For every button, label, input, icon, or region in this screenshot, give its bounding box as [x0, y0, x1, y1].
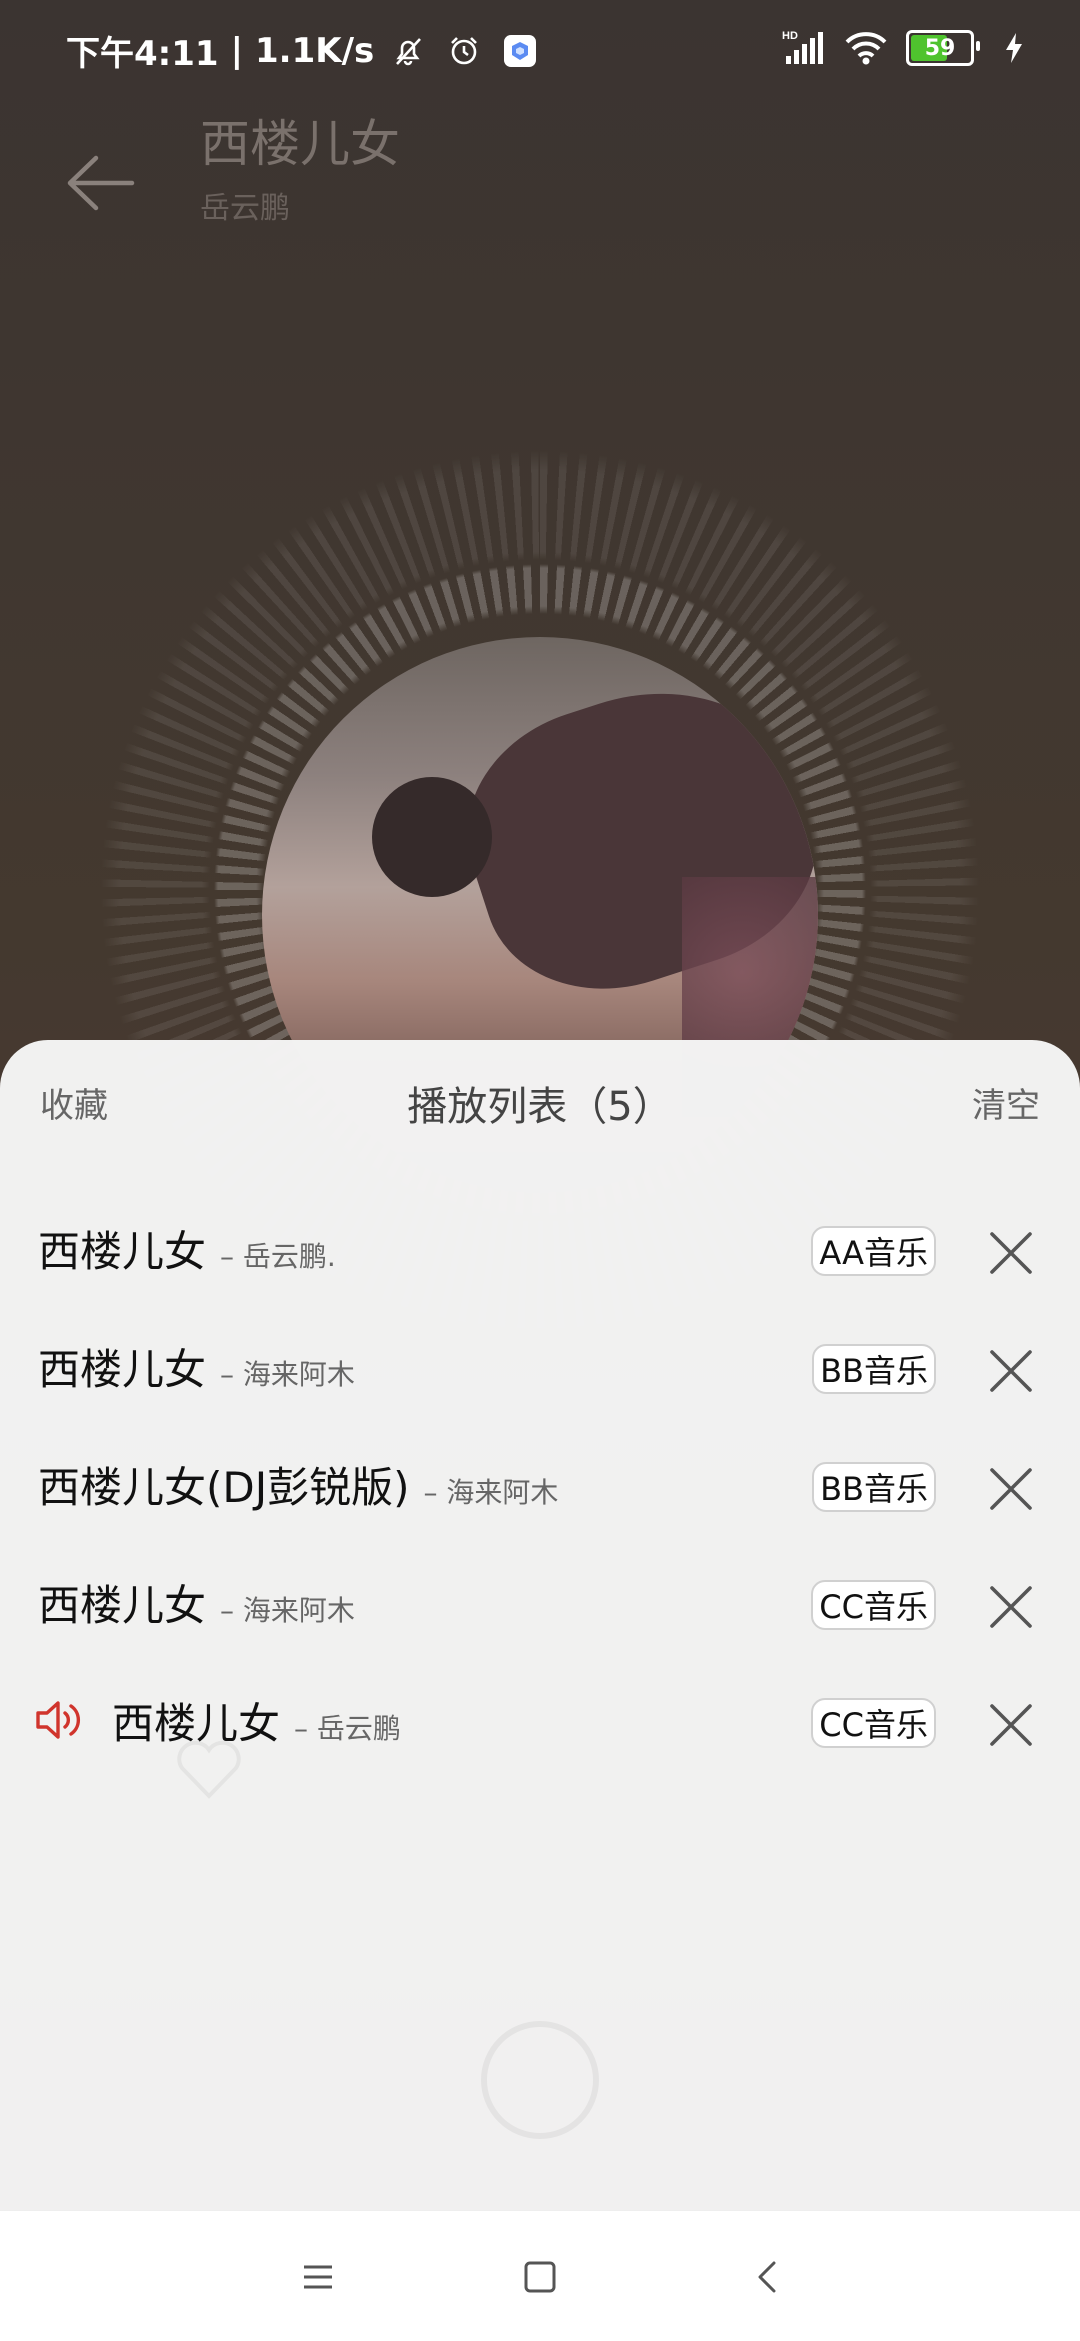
playlist-item-artist: – 岳云鹏: [294, 1712, 401, 1745]
close-icon: [990, 1704, 1032, 1746]
arrow-left-icon: [67, 155, 135, 211]
playlist-item[interactable]: 西楼儿女 – 海来阿木 CC音乐: [0, 1538, 1080, 1656]
source-tag: CC音乐: [811, 1698, 936, 1748]
playlist-item-artist: – 海来阿木: [220, 1358, 355, 1391]
system-nav-bar: [0, 2210, 1080, 2341]
remove-item-button[interactable]: [980, 1340, 1042, 1402]
playlist-item-text: 西楼儿女 – 岳云鹏: [112, 1690, 401, 1751]
source-tag: BB音乐: [812, 1344, 936, 1394]
signal-hd-icon: HD: [782, 26, 826, 70]
playlist-title: 播放列表（5）: [407, 1084, 673, 1130]
home-square-icon: [524, 2261, 556, 2293]
playlist-item-text: 西楼儿女 – 岳云鹏.: [38, 1218, 336, 1279]
playlist-item-title: 西楼儿女: [38, 1227, 207, 1276]
bell-muted-icon: [386, 29, 430, 73]
nav-back-button[interactable]: [740, 2249, 796, 2305]
player-controls-faded: [481, 2021, 599, 2139]
playlist-item-playing[interactable]: 西楼儿女 – 岳云鹏 CC音乐: [0, 1656, 1080, 1774]
speaker-playing-icon: [36, 1701, 81, 1739]
album-figure-head: [372, 777, 492, 897]
status-left: 下午4:11 | 1.1K/s: [66, 26, 542, 75]
playlist-item-title: 西楼儿女: [38, 1345, 207, 1394]
clear-playlist-button[interactable]: 清空: [972, 1078, 1040, 1127]
status-time: 下午4:11: [66, 34, 219, 74]
playlist-header: 收藏 播放列表（5） 清空: [0, 1040, 1080, 1160]
close-icon: [990, 1468, 1032, 1510]
remove-item-button[interactable]: [980, 1576, 1042, 1638]
battery-level: 59: [924, 35, 956, 61]
playlist-item-title: 西楼儿女(DJ彭锐版): [38, 1463, 410, 1512]
close-icon: [990, 1586, 1032, 1628]
song-artist: 岳云鹏: [200, 191, 290, 226]
nav-home-button[interactable]: [512, 2249, 568, 2305]
song-title: 西楼儿女: [200, 115, 400, 173]
playlist-item-artist: – 海来阿木: [423, 1476, 559, 1509]
back-button[interactable]: [60, 150, 140, 216]
wifi-icon: [844, 26, 888, 70]
playlist-item-text: 西楼儿女 – 海来阿木: [38, 1336, 355, 1397]
source-tag: AA音乐: [811, 1226, 936, 1276]
nav-menu-button[interactable]: [290, 2249, 346, 2305]
status-speed: 1.1K/s: [255, 30, 375, 71]
close-icon: [990, 1350, 1032, 1392]
menu-icon: [304, 2265, 332, 2289]
remove-item-button[interactable]: [980, 1694, 1042, 1756]
playlist-item-artist: – 岳云鹏.: [220, 1240, 336, 1273]
status-bar: 下午4:11 | 1.1K/s HD 59: [0, 0, 1080, 100]
playlist-sheet: 收藏 播放列表（5） 清空 西楼儿女 – 岳云鹏. AA音乐 西楼儿女 – 海来…: [0, 1040, 1080, 2340]
source-tag: CC音乐: [811, 1580, 936, 1630]
close-icon: [990, 1232, 1032, 1274]
status-right: HD 59: [782, 26, 1036, 70]
app-notification-icon: [498, 29, 542, 73]
playlist-item-title: 西楼儿女: [112, 1699, 281, 1748]
source-tag: BB音乐: [812, 1462, 936, 1512]
playlist-item[interactable]: 西楼儿女 – 岳云鹏. AA音乐: [0, 1184, 1080, 1302]
playlist-item[interactable]: 西楼儿女(DJ彭锐版) – 海来阿木 BB音乐: [0, 1420, 1080, 1538]
playlist-item-text: 西楼儿女(DJ彭锐版) – 海来阿木: [38, 1454, 558, 1515]
playlist-item-title: 西楼儿女: [38, 1581, 207, 1630]
charging-icon: [992, 26, 1036, 70]
playlist-item[interactable]: 西楼儿女 – 海来阿木 BB音乐: [0, 1302, 1080, 1420]
remove-item-button[interactable]: [980, 1222, 1042, 1284]
battery-indicator: 59: [906, 30, 980, 66]
status-separator: |: [230, 30, 243, 71]
playlist-item-text: 西楼儿女 – 海来阿木: [38, 1572, 355, 1633]
playlist-item-artist: – 海来阿木: [220, 1594, 355, 1627]
alarm-clock-icon: [442, 29, 486, 73]
svg-text:HD: HD: [782, 30, 798, 42]
remove-item-button[interactable]: [980, 1458, 1042, 1520]
chevron-left-icon: [758, 2261, 776, 2293]
